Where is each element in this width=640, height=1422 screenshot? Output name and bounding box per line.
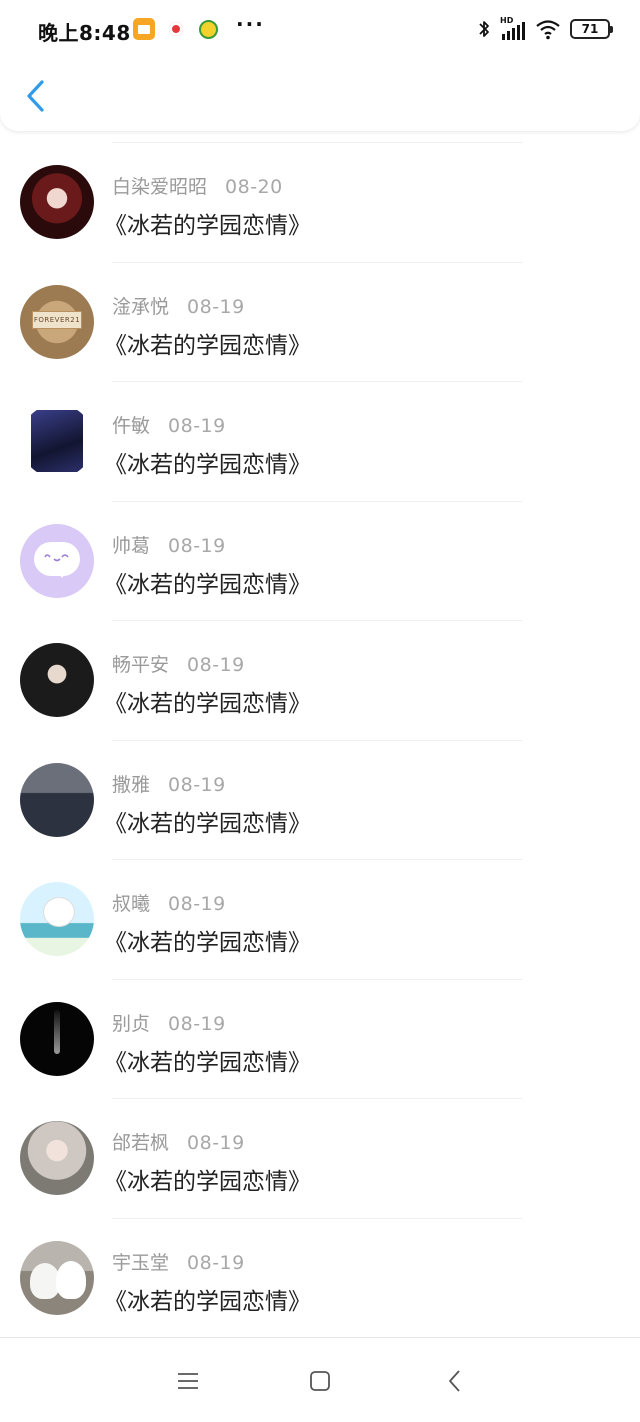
avatar[interactable] xyxy=(20,643,94,717)
item-meta: 叔曦 08-19 xyxy=(112,889,226,916)
list-item[interactable]: 邰若枫 08-19 《冰若的学园恋情》 xyxy=(0,1098,640,1218)
item-date: 08-19 xyxy=(187,295,245,318)
item-date: 08-20 xyxy=(225,176,283,198)
menu-icon xyxy=(178,1373,198,1389)
item-meta: 淦承悦 08-19 xyxy=(112,292,245,319)
user-name[interactable]: 白染爱昭昭 xyxy=(112,176,207,198)
item-meta: 仵敏 08-19 xyxy=(112,411,226,438)
item-date: 08-19 xyxy=(187,654,245,676)
smoke-illustration xyxy=(54,1009,60,1054)
item-meta: 白染爱昭昭 08-20 xyxy=(112,172,283,199)
list-item[interactable]: 别贞 08-19 《冰若的学园恋情》 xyxy=(0,978,640,1099)
user-name[interactable]: 宇玉堂 xyxy=(112,1252,169,1274)
user-name[interactable]: 仵敏 xyxy=(112,415,150,437)
book-title[interactable]: 《冰若的学园恋情》 xyxy=(104,804,311,838)
chick-illustration xyxy=(44,898,74,926)
status-bar: 晚上8:48 ··· HD 71 xyxy=(0,0,640,62)
dove-illustration xyxy=(56,1260,86,1299)
wifi-icon xyxy=(536,20,560,40)
back-button[interactable] xyxy=(20,76,52,116)
user-name[interactable]: 撒雅 xyxy=(112,774,150,796)
status-right-group: HD 71 xyxy=(477,16,613,40)
book-title[interactable]: 《冰若的学园恋情》 xyxy=(104,1043,311,1077)
avatar[interactable] xyxy=(20,882,94,956)
avatar[interactable] xyxy=(20,165,94,239)
square-home-icon xyxy=(310,1371,330,1391)
item-date: 08-19 xyxy=(168,415,226,437)
user-name[interactable]: 淦承悦 xyxy=(112,296,169,318)
battery-level: 71 xyxy=(581,22,599,36)
book-title[interactable]: 《冰若的学园恋情》 xyxy=(104,1282,311,1316)
book-app-icon xyxy=(133,18,155,40)
item-date: 08-19 xyxy=(168,773,226,796)
book-title[interactable]: 《冰若的学园恋情》 xyxy=(104,923,311,957)
item-meta: 撒雅 08-19 xyxy=(112,770,226,797)
item-date: 08-19 xyxy=(187,1251,245,1274)
user-name[interactable]: 邰若枫 xyxy=(112,1132,169,1154)
home-button[interactable] xyxy=(305,1366,335,1396)
list-item[interactable]: 叔曦 08-19 《冰若的学园恋情》 xyxy=(0,859,640,979)
user-name[interactable]: 叔曦 xyxy=(112,893,150,915)
red-map-pin-app-icon xyxy=(165,18,187,40)
menu-button[interactable] xyxy=(173,1366,203,1396)
avatar[interactable] xyxy=(20,404,94,478)
chevron-left-icon xyxy=(27,80,44,112)
avatar[interactable]: FOREVER21 xyxy=(20,284,94,359)
notification-icons xyxy=(133,18,219,40)
item-meta: 帅葛 08-19 xyxy=(112,531,226,558)
avatar[interactable] xyxy=(20,523,94,598)
book-title[interactable]: 《冰若的学园恋情》 xyxy=(104,206,311,240)
book-title[interactable]: 《冰若的学园恋情》 xyxy=(104,326,311,360)
avatar[interactable] xyxy=(20,762,94,837)
more-notifications-indicator: ··· xyxy=(236,12,265,36)
battery-indicator: 71 xyxy=(570,19,613,39)
user-name[interactable]: 帅葛 xyxy=(112,535,150,557)
book-title[interactable]: 《冰若的学园恋情》 xyxy=(104,684,311,718)
list-item[interactable]: 撒雅 08-19 《冰若的学园恋情》 xyxy=(0,739,640,860)
cellular-signal-icon: HD xyxy=(500,16,526,40)
avatar[interactable] xyxy=(20,1240,94,1315)
book-title[interactable]: 《冰若的学园恋情》 xyxy=(104,565,311,599)
screen: 晚上8:48 ··· HD 71 白染爱昭昭 08-20 《冰若的学园恋情》 F… xyxy=(0,0,640,1422)
yellow-face-app-icon xyxy=(197,18,219,40)
system-navigation-bar xyxy=(0,1337,640,1422)
item-date: 08-19 xyxy=(168,893,226,915)
list-item[interactable]: 仵敏 08-19 《冰若的学园恋情》 xyxy=(0,381,640,501)
book-title[interactable]: 《冰若的学园恋情》 xyxy=(104,1162,311,1196)
list-item[interactable]: FOREVER21 淦承悦 08-19 《冰若的学园恋情》 xyxy=(0,261,640,382)
item-meta: 畅平安 08-19 xyxy=(112,650,245,677)
list-item[interactable]: 白染爱昭昭 08-20 《冰若的学园恋情》 xyxy=(0,142,640,262)
list-item[interactable]: 帅葛 08-19 《冰若的学园恋情》 xyxy=(0,500,640,621)
book-title[interactable]: 《冰若的学园恋情》 xyxy=(104,445,311,479)
avatar[interactable] xyxy=(20,1001,94,1076)
item-meta: 邰若枫 08-19 xyxy=(112,1128,245,1155)
item-date: 08-19 xyxy=(168,1012,226,1035)
item-date: 08-19 xyxy=(187,1132,245,1154)
reader-list: 白染爱昭昭 08-20 《冰若的学园恋情》 FOREVER21 淦承悦 08-19 … xyxy=(0,142,640,1337)
user-name[interactable]: 别贞 xyxy=(112,1013,150,1035)
bluetooth-icon xyxy=(479,21,489,37)
status-time: 晚上8:48 xyxy=(38,21,131,45)
triangle-back-icon xyxy=(449,1370,460,1392)
face-icon xyxy=(44,553,69,561)
top-header-card: 晚上8:48 ··· HD 71 xyxy=(0,0,640,131)
system-back-button[interactable] xyxy=(440,1366,470,1396)
user-name[interactable]: 畅平安 xyxy=(112,654,169,676)
item-meta: 宇玉堂 08-19 xyxy=(112,1248,245,1275)
item-meta: 别贞 08-19 xyxy=(112,1009,226,1036)
avatar[interactable] xyxy=(20,1121,94,1195)
avatar-tag: FOREVER21 xyxy=(32,310,82,329)
list-item[interactable]: 畅平安 08-19 《冰若的学园恋情》 xyxy=(0,620,640,740)
item-date: 08-19 xyxy=(168,534,226,557)
list-item[interactable]: 宇玉堂 08-19 《冰若的学园恋情》 xyxy=(0,1217,640,1338)
